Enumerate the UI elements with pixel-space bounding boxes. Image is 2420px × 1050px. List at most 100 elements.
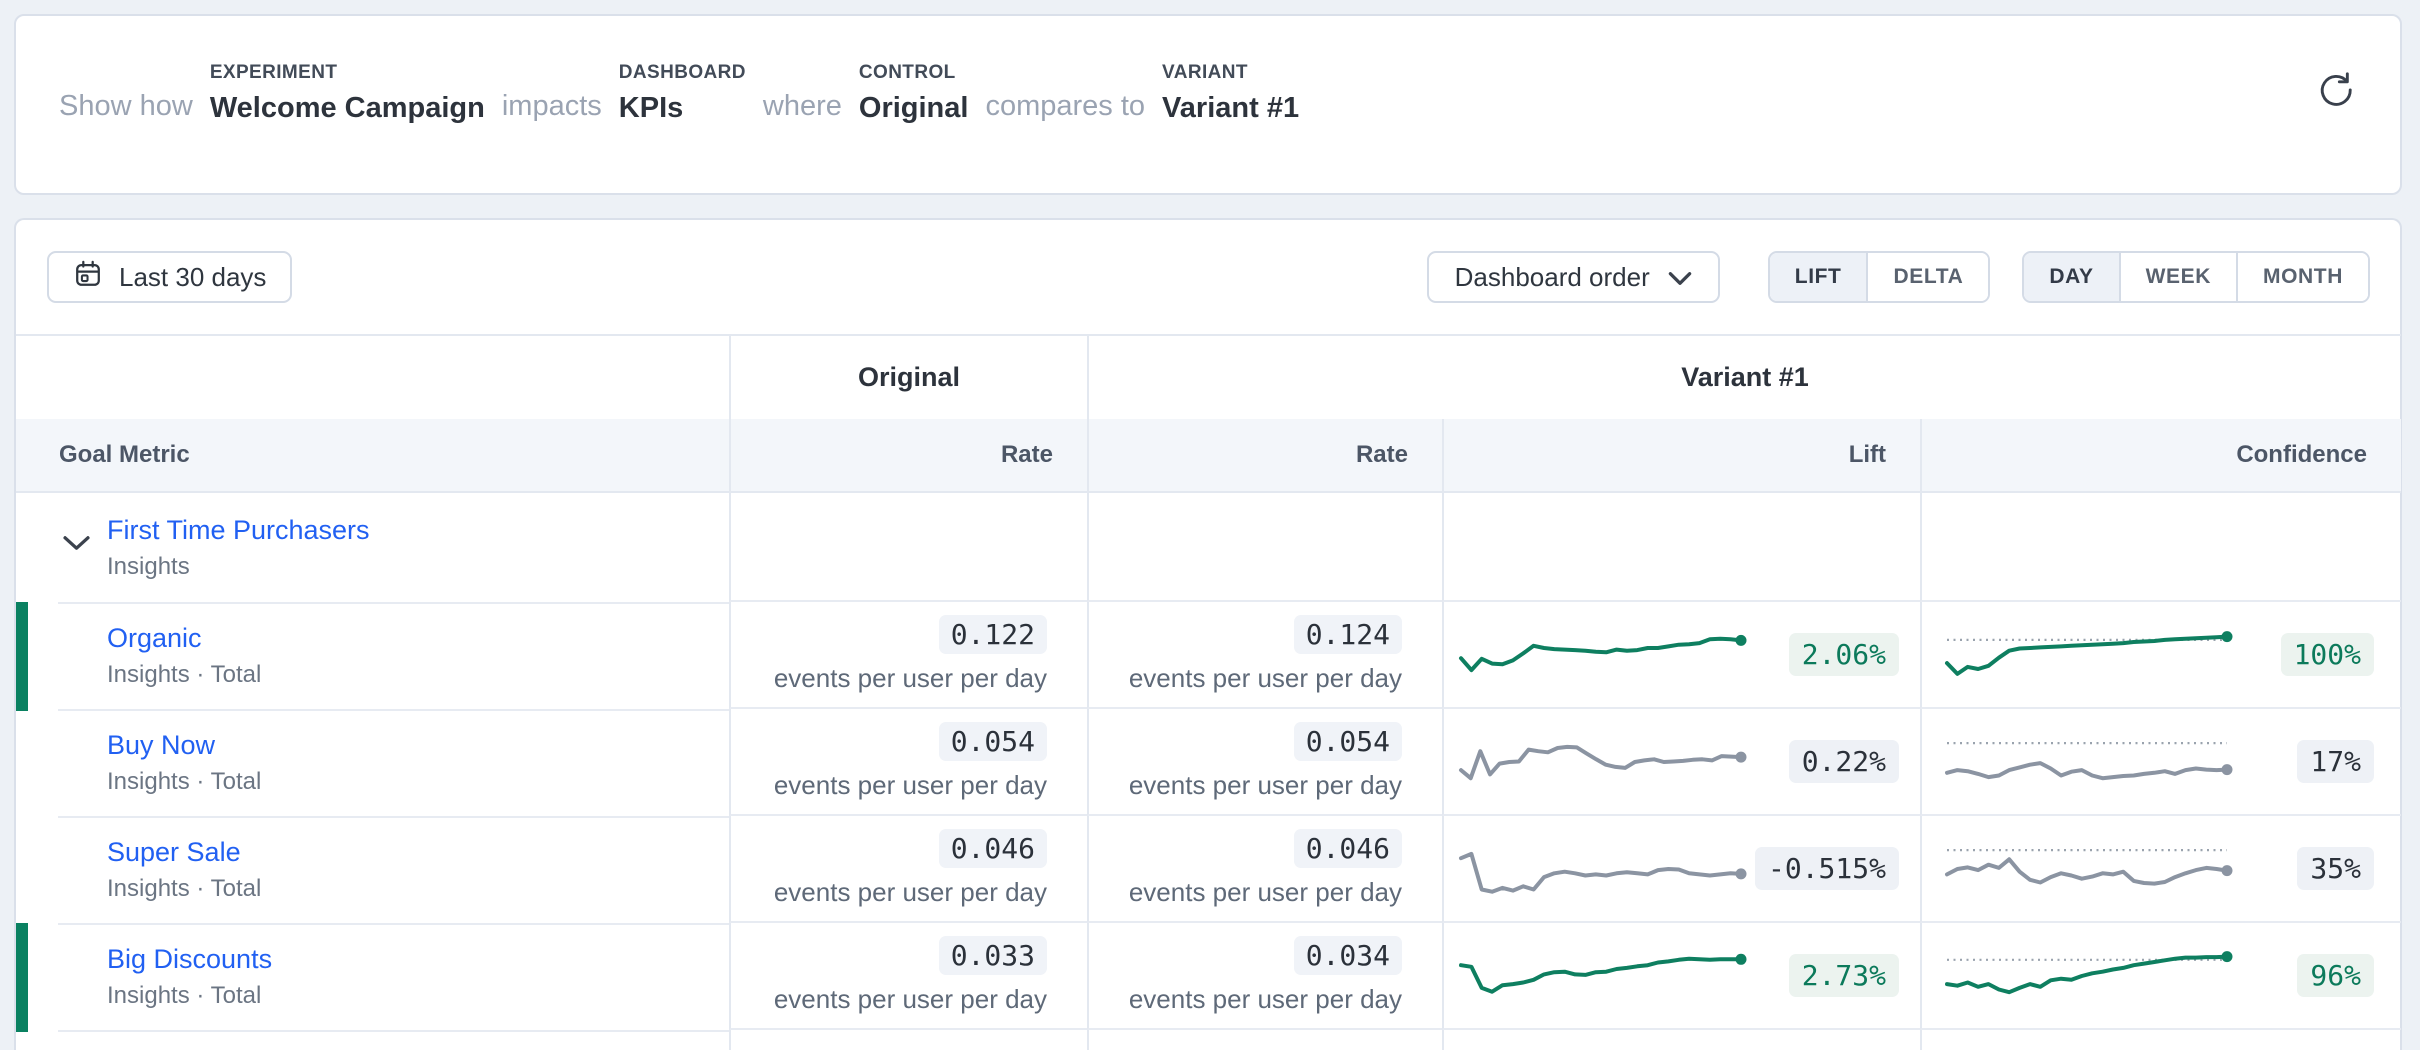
experiment-value[interactable]: Welcome Campaign [210,92,485,125]
lift-cell: 0.22% [1442,709,1920,816]
variant-rate-unit: events per user per day [1129,877,1402,908]
group-header-spacer [16,336,729,419]
experiment-report-page: Show how EXPERIMENT Welcome Campaign imp… [0,0,2420,1050]
calendar-icon [73,259,103,296]
column-header-row: Goal Metric Rate Rate Lift Confidence [16,419,2401,493]
variant-value[interactable]: Variant #1 [1162,92,1299,125]
control-rate-cell: 0.054 events per user per day [729,709,1087,816]
metric-subtitle: Insights · Total [107,982,272,1010]
impacts-text: impacts [502,90,602,125]
chevron-down-icon [63,539,90,554]
lift-sparkline-chart [1455,622,1747,688]
variant-rate-value: 0.054 [1294,722,1402,761]
variant-selector[interactable]: VARIANT Variant #1 [1162,62,1299,125]
confidence-cell: 35% [1920,816,2401,923]
control-rate-value: 0.122 [939,615,1047,654]
empty-cell [1920,1030,2401,1050]
metric-link[interactable]: Buy Now [107,730,261,761]
dashboard-selector[interactable]: DASHBOARD KPIs [619,62,746,125]
variant-rate-value: 0.034 [1294,936,1402,975]
confidence-cell: 100% [1920,602,2401,709]
metric-group-link[interactable]: First Time Purchasers [107,515,370,546]
confidence-sparkline-chart [1941,622,2233,688]
column-header-goal-metric: Goal Metric [16,419,729,491]
lift-sparkline-chart [1455,943,1747,1009]
confidence-value: 100% [2281,633,2374,676]
empty-cell [1442,1030,1920,1050]
show-how-text: Show how [59,90,193,125]
significance-accent-bar [16,923,28,1032]
experiment-selector[interactable]: EXPERIMENT Welcome Campaign [210,62,485,125]
collapse-group-button[interactable] [58,529,94,559]
compares-to-text: compares to [985,90,1145,125]
control-rate-cell: 0.122 events per user per day [729,602,1087,709]
metric-row-big-discounts: Big Discounts Insights · Total 0.033 eve… [16,923,2401,1030]
lift-value: 2.06% [1789,633,1899,676]
metric-names: Big Discounts Insights · Total [16,944,272,1010]
empty-cell [729,1030,1087,1050]
lift-value: -0.515% [1755,847,1899,890]
variant-rate-unit: events per user per day [1129,770,1402,801]
refresh-button[interactable] [2315,70,2357,112]
control-rate-unit: events per user per day [774,984,1047,1015]
metric-link[interactable]: Super Sale [107,837,261,868]
toggle-option-day[interactable]: DAY [2024,253,2118,301]
group-header-variant: Variant #1 [1087,336,2401,419]
metric-rows-container: Organic Insights · Total 0.122 events pe… [16,602,2401,1030]
report-toolbar: Last 30 days Dashboard order LIFT DELTA [16,220,2400,334]
date-range-button[interactable]: Last 30 days [47,251,292,303]
confidence-cell: 96% [1920,923,2401,1030]
metric-link[interactable]: Big Discounts [107,944,272,975]
dashboard-order-button[interactable]: Dashboard order [1427,251,1720,303]
lift-delta-toggle: LIFT DELTA [1768,251,1991,303]
toggle-option-week[interactable]: WEEK [2119,253,2236,301]
column-header-confidence: Confidence [1920,419,2401,491]
metric-row-buy-now: Buy Now Insights · Total 0.054 events pe… [16,709,2401,816]
variant-rate-unit: events per user per day [1129,984,1402,1015]
column-header-variant-rate: Rate [1087,419,1442,491]
metric-link[interactable]: Organic [107,623,261,654]
control-label: CONTROL [859,62,969,84]
variant-rate-value: 0.124 [1294,615,1402,654]
lift-cell: 2.06% [1442,602,1920,709]
lift-value: 0.22% [1789,740,1899,783]
control-rate-cell: 0.033 events per user per day [729,923,1087,1030]
metric-subtitle: Insights · Total [107,661,261,689]
control-rate-unit: events per user per day [774,877,1047,908]
experiment-label: EXPERIMENT [210,62,485,84]
metric-goal-cell: Super Sale Insights · Total [16,816,729,923]
lift-cell: 2.73% [1442,923,1920,1030]
control-value[interactable]: Original [859,92,969,125]
variant-rate-cell: 0.054 events per user per day [1087,709,1442,816]
dashboard-value[interactable]: KPIs [619,92,746,125]
metric-subtitle: Insights · Total [107,768,261,796]
significance-accent-bar [16,602,28,711]
lift-value: 2.73% [1789,954,1899,997]
query-sentence: Show how EXPERIMENT Welcome Campaign imp… [59,62,1299,125]
variant-rate-cell: 0.124 events per user per day [1087,602,1442,709]
refresh-icon [2316,98,2356,113]
toggle-option-delta[interactable]: DELTA [1866,253,1988,301]
variant-rate-unit: events per user per day [1129,663,1402,694]
toggle-option-lift[interactable]: LIFT [1770,253,1867,301]
chevron-down-icon [1668,262,1692,293]
metric-goal-cell: Organic Insights · Total [16,602,729,709]
toggle-option-month[interactable]: MONTH [2236,253,2368,301]
date-range-label: Last 30 days [119,262,266,293]
variant-rate-cell: 0.034 events per user per day [1087,923,1442,1030]
empty-cell [1087,1030,1442,1050]
empty-cell [1442,493,1920,602]
control-selector[interactable]: CONTROL Original [859,62,969,125]
variant-label: VARIANT [1162,62,1299,84]
variant-group-header-row: Original Variant #1 [16,336,2401,419]
confidence-value: 96% [2297,954,2374,997]
empty-cell [1920,493,2401,602]
dashboard-order-label: Dashboard order [1455,262,1650,293]
lift-sparkline-chart [1455,836,1747,902]
confidence-sparkline-chart [1941,729,2233,795]
toolbar-right-group: Dashboard order LIFT DELTA DAY WEEK MONT… [1427,251,2370,303]
metric-row-organic: Organic Insights · Total 0.122 events pe… [16,602,2401,709]
empty-cell [16,1030,729,1050]
lift-sparkline-chart [1455,729,1747,795]
control-rate-value: 0.033 [939,936,1047,975]
